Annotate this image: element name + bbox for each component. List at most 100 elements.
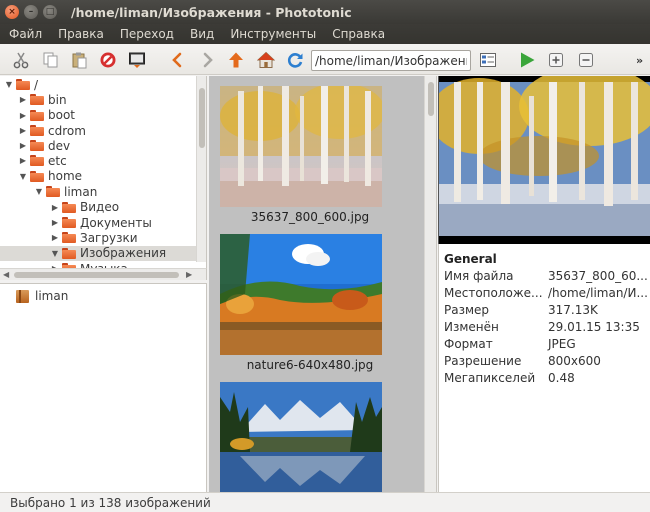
- home-icon[interactable]: [255, 49, 277, 71]
- folder-tree: ▼ / ▶ bin ▶ boot ▶ cdrom ▶ dev ▶ etc ▼ home ▼ li…: [0, 76, 207, 272]
- expanded-arrow-icon[interactable]: ▼: [4, 80, 14, 89]
- tree-item-dev[interactable]: ▶ dev: [0, 138, 196, 153]
- status-bar: Выбрано 1 из 138 изображений: [0, 492, 650, 512]
- menu-file[interactable]: Файл: [9, 27, 42, 41]
- bookmark-icon: [16, 289, 29, 303]
- collapsed-arrow-icon[interactable]: ▶: [18, 156, 28, 165]
- folder-icon: [30, 109, 44, 121]
- tree-item-videos[interactable]: ▶ Видео: [0, 200, 196, 215]
- zoom-in-icon[interactable]: [545, 49, 567, 71]
- tree-item-label: home: [48, 169, 83, 184]
- thumbnail-image: [220, 234, 382, 355]
- cut-icon[interactable]: [10, 49, 32, 71]
- collapsed-arrow-icon[interactable]: ▶: [18, 141, 28, 150]
- folder-icon: [46, 186, 60, 198]
- tree-item-root[interactable]: ▼ /: [0, 77, 196, 92]
- thumbnail-item[interactable]: 35637_800_600.jpg: [220, 86, 382, 224]
- tree-item-cdrom[interactable]: ▶ cdrom: [0, 123, 196, 138]
- scrollbar-thumb[interactable]: [199, 88, 205, 148]
- folder-icon: [62, 217, 76, 229]
- title-bar: × – □ /home/liman/Изображения - Phototon…: [0, 0, 650, 24]
- image-info-panel: General Имя файла 35637_800_60... Местоп…: [438, 244, 650, 492]
- copy-icon[interactable]: [40, 49, 62, 71]
- save-icon[interactable]: [126, 49, 148, 71]
- expanded-arrow-icon[interactable]: ▼: [50, 249, 60, 258]
- up-icon[interactable]: [225, 49, 247, 71]
- tree-item-label: bin: [48, 92, 67, 107]
- tree-item-label: Загрузки: [80, 230, 138, 245]
- tree-item-home[interactable]: ▼ home: [0, 169, 196, 184]
- menu-view[interactable]: Вид: [190, 27, 214, 41]
- menu-bar: Файл Правка Переход Вид Инструменты Спра…: [0, 24, 650, 44]
- back-icon[interactable]: [166, 49, 188, 71]
- image-preview[interactable]: [438, 76, 650, 244]
- info-row-format: Формат JPEG: [444, 337, 649, 354]
- info-key: Местоположе...: [444, 286, 543, 300]
- folder-icon: [62, 201, 76, 213]
- zoom-out-icon[interactable]: [575, 49, 597, 71]
- bookmarks-panel: liman: [0, 283, 207, 492]
- menu-tools[interactable]: Инструменты: [230, 27, 316, 41]
- scrollbar-thumb[interactable]: [428, 82, 434, 116]
- menu-help[interactable]: Справка: [332, 27, 385, 41]
- tree-item-label: Документы: [80, 215, 152, 230]
- info-value: 800x600: [548, 354, 601, 368]
- close-window-button[interactable]: ×: [5, 5, 19, 19]
- tree-item-bin[interactable]: ▶ bin: [0, 92, 196, 107]
- info-key: Мегапикселей: [444, 371, 536, 385]
- tree-item-etc[interactable]: ▶ etc: [0, 153, 196, 168]
- thumbnail-item[interactable]: nature6-640x480.jpg: [220, 234, 382, 372]
- tree-item-liman[interactable]: ▼ liman: [0, 184, 196, 199]
- minimize-window-button[interactable]: –: [24, 5, 38, 19]
- view-mode-icon[interactable]: [477, 49, 499, 71]
- info-section-heading: General: [444, 252, 497, 266]
- folder-icon: [30, 140, 44, 152]
- scroll-right-icon[interactable]: ▶: [186, 270, 192, 279]
- tree-item-downloads[interactable]: ▶ Загрузки: [0, 230, 196, 245]
- tree-item-boot[interactable]: ▶ boot: [0, 108, 196, 123]
- path-input[interactable]: [311, 50, 471, 71]
- info-value: 35637_800_60...: [548, 269, 648, 283]
- thumbnail-view: 35637_800_600.jpg nature6-640x480.jpg: [209, 76, 424, 492]
- info-value: JPEG: [548, 337, 576, 351]
- forward-icon[interactable]: [197, 49, 219, 71]
- collapsed-arrow-icon[interactable]: ▶: [18, 111, 28, 120]
- thumbnail-scrollbar[interactable]: [424, 76, 437, 492]
- menu-go[interactable]: Переход: [120, 27, 174, 41]
- tree-item-pictures[interactable]: ▼ Изображения: [0, 245, 196, 261]
- toolbar-overflow-button[interactable]: »: [636, 54, 643, 67]
- refresh-icon[interactable]: [284, 49, 306, 71]
- maximize-window-button[interactable]: □: [43, 5, 57, 19]
- tree-item-label: etc: [48, 153, 67, 168]
- collapsed-arrow-icon[interactable]: ▶: [18, 95, 28, 104]
- status-text: Выбрано 1 из 138 изображений: [10, 496, 211, 510]
- info-row-resolution: Разрешение 800x600: [444, 354, 649, 371]
- tree-item-label: liman: [64, 184, 98, 199]
- scroll-left-icon[interactable]: ◀: [3, 270, 9, 279]
- info-row-size: Размер 317.13K: [444, 303, 649, 320]
- collapsed-arrow-icon[interactable]: ▶: [18, 126, 28, 135]
- collapsed-arrow-icon[interactable]: ▶: [50, 218, 60, 227]
- info-key: Разрешение: [444, 354, 522, 368]
- menu-edit[interactable]: Правка: [58, 27, 104, 41]
- slideshow-icon[interactable]: [516, 49, 538, 71]
- expanded-arrow-icon[interactable]: ▼: [18, 172, 28, 181]
- thumbnail-item[interactable]: [220, 382, 382, 492]
- tree-horizontal-scrollbar[interactable]: ◀ ▶: [0, 268, 207, 280]
- expanded-arrow-icon[interactable]: ▼: [34, 187, 44, 196]
- tree-vertical-scrollbar[interactable]: [196, 76, 206, 262]
- thumbnail-caption: 35637_800_600.jpg: [250, 210, 370, 224]
- tree-item-documents[interactable]: ▶ Документы: [0, 215, 196, 230]
- info-value: /home/liman/И...: [548, 286, 648, 300]
- info-key: Размер: [444, 303, 490, 317]
- collapsed-arrow-icon[interactable]: ▶: [50, 203, 60, 212]
- info-row-filename: Имя файла 35637_800_60...: [444, 269, 649, 286]
- bookmark-item[interactable]: liman: [16, 289, 68, 303]
- window-title: /home/liman/Изображения - Phototonic: [71, 4, 352, 20]
- scrollbar-thumb[interactable]: [14, 272, 179, 278]
- collapsed-arrow-icon[interactable]: ▶: [50, 233, 60, 242]
- info-row-modified: Изменён 29.01.15 13:35: [444, 320, 649, 337]
- paste-icon[interactable]: [68, 49, 90, 71]
- delete-icon[interactable]: [97, 49, 119, 71]
- folder-icon: [62, 232, 76, 244]
